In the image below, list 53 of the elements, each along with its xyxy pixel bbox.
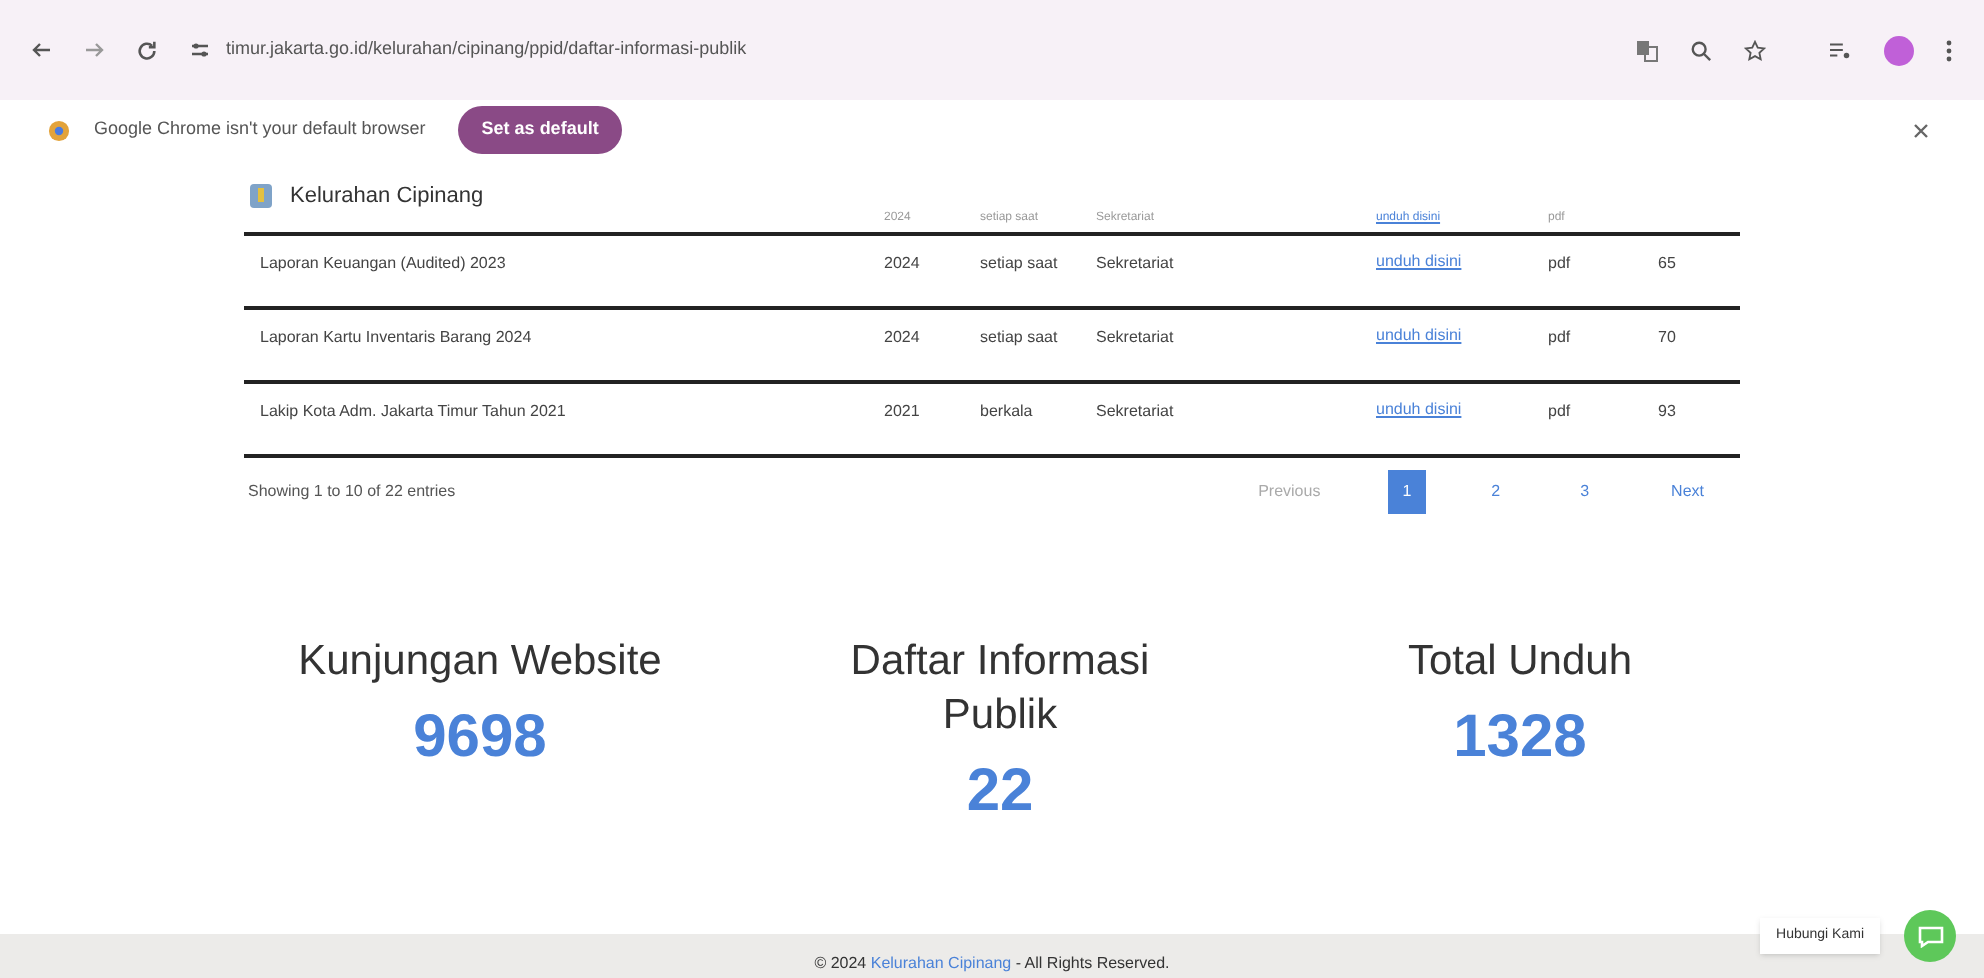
set-default-button[interactable]: Set as default: [457, 106, 623, 154]
stat-label: Daftar Informasi Publik: [848, 636, 1152, 742]
count-cell-text: 65: [1656, 252, 1678, 276]
profile-avatar[interactable]: [1884, 35, 1914, 65]
unit-cell-text: Sekretariat: [1094, 400, 1176, 424]
entries-info: Showing 1 to 10 of 22 entries: [248, 480, 458, 504]
close-icon[interactable]: [1914, 123, 1928, 137]
next-button[interactable]: Next: [1655, 472, 1720, 512]
reload-icon[interactable]: [136, 39, 158, 61]
stat-label: Total Unduh: [1405, 636, 1635, 688]
zoom-icon[interactable]: [1690, 39, 1712, 61]
stat-label: Kunjungan Website: [296, 636, 664, 688]
media-icon[interactable]: [1830, 40, 1852, 60]
footer-link[interactable]: Kelurahan Cipinang: [870, 954, 1012, 972]
title-cell-text: Lakip Kota Adm. Jakarta Timur Tahun 2021: [258, 400, 568, 424]
stat-value: 1328: [1453, 702, 1587, 774]
back-icon[interactable]: [32, 42, 52, 58]
site-title[interactable]: Kelurahan Cipinang: [290, 180, 484, 213]
infobar-message: Google Chrome isn't your default browser: [94, 116, 426, 143]
address-bar[interactable]: timur.jakarta.go.id/kelurahan/cipinang/ppid/daftar-informasi-publik: [226, 36, 1604, 64]
translate-icon[interactable]: [1636, 39, 1658, 61]
chrome-logo-icon: [48, 119, 70, 141]
frequency-cell-text: setiap saat: [978, 326, 1060, 350]
copyright-text: © 2024 Kelurahan Cipinang - All Rights Reserved.: [814, 952, 1170, 976]
year-cell-text: 2024: [882, 252, 922, 276]
menu-icon[interactable]: [1946, 39, 1952, 61]
format-cell-text: pdf: [1546, 326, 1573, 350]
title-cell-text: Laporan Kartu Inventaris Barang 2024: [258, 326, 534, 350]
forward-icon[interactable]: [84, 42, 104, 58]
count-cell-text: 70: [1656, 326, 1678, 350]
page-button[interactable]: 1: [1388, 470, 1426, 514]
year-cell-text: 2021: [882, 400, 922, 424]
frequency-cell-text: setiap saat: [978, 252, 1060, 276]
chat-bubble-icon: [1917, 925, 1943, 947]
bookmark-star-icon[interactable]: [1744, 39, 1766, 61]
download-link[interactable]: unduh disini: [1360, 252, 1476, 306]
stat-value: 9698: [413, 702, 547, 774]
download-link[interactable]: unduh disini: [1360, 400, 1476, 454]
page-button[interactable]: 2: [1477, 470, 1515, 514]
previous-button[interactable]: Previous: [1242, 472, 1337, 512]
title-cell-text: Laporan Keuangan (Audited) 2023: [258, 252, 508, 276]
page-button[interactable]: 3: [1566, 470, 1604, 514]
emblem-icon: [248, 182, 274, 211]
stat-value: 22: [966, 756, 1034, 828]
unit-cell-text: Sekretariat: [1094, 326, 1176, 350]
format-cell-text: pdf: [1546, 252, 1573, 276]
count-cell-text: 93: [1656, 400, 1678, 424]
year-cell-text: 2024: [882, 326, 922, 350]
format-cell-text: pdf: [1546, 400, 1573, 424]
frequency-cell-text: berkala: [978, 400, 1035, 424]
site-settings-icon[interactable]: [190, 40, 210, 60]
download-link[interactable]: unduh disini: [1360, 326, 1476, 380]
unit-cell-text: Sekretariat: [1094, 252, 1176, 276]
